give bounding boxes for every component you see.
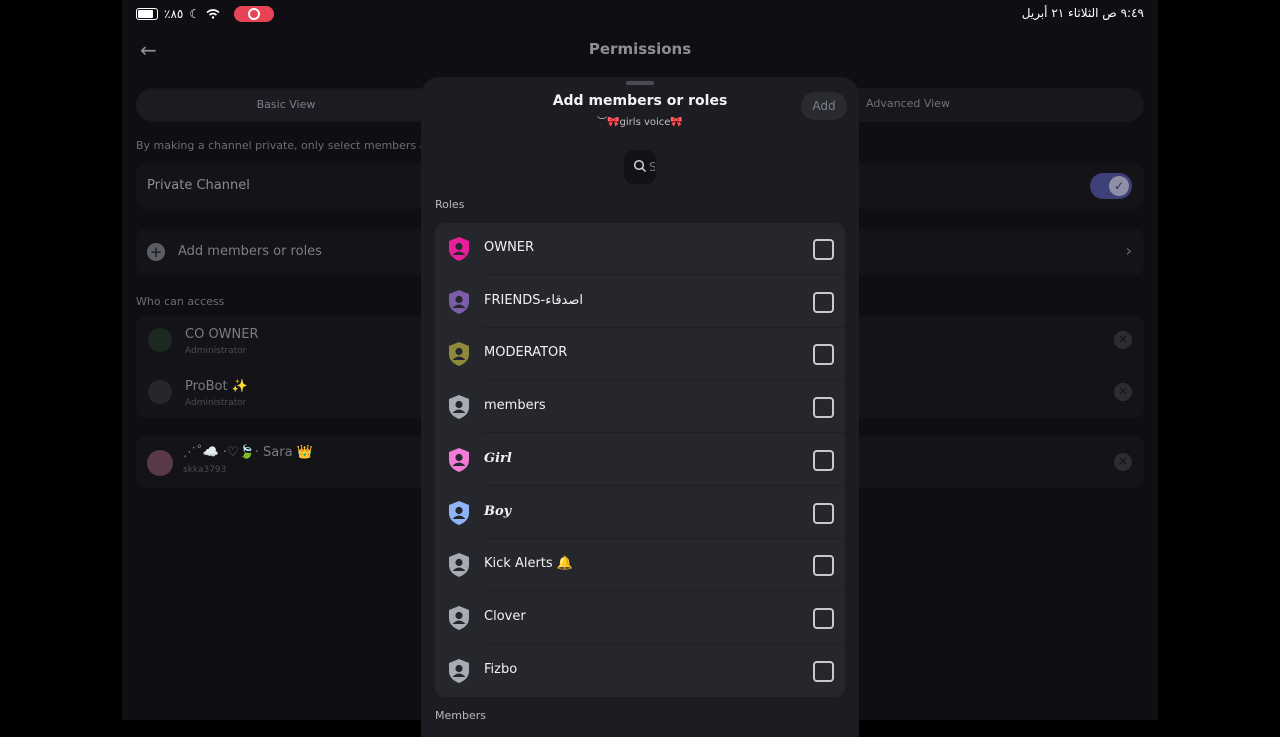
role-avatar	[148, 328, 172, 352]
sheet-subtitle: ︶🎀girls voice🎀	[597, 117, 683, 128]
role-name: Kick Alerts 🔔	[484, 556, 573, 572]
role-row[interactable]: Kick Alerts 🔔	[435, 539, 845, 592]
private-channel-label: Private Channel	[147, 178, 250, 193]
role-row[interactable]: FRIENDS-اصدقاء	[435, 276, 845, 328]
record-icon	[248, 8, 261, 20]
role-shield-icon	[449, 658, 469, 683]
role-checkbox[interactable]	[813, 607, 834, 629]
role-shield-icon	[449, 447, 469, 472]
role-checkbox[interactable]	[813, 449, 834, 471]
access-name: ProBot ✨	[185, 379, 248, 394]
roles-section-label: Roles	[435, 198, 465, 211]
add-button[interactable]: Add	[801, 92, 847, 120]
role-shield-icon	[449, 605, 469, 630]
add-members-label: Add members or roles	[178, 244, 322, 259]
member-username: skka3793	[183, 465, 227, 475]
battery-icon	[136, 8, 158, 20]
members-section-label: Members	[435, 709, 486, 722]
plus-icon: +	[147, 243, 165, 261]
drag-handle[interactable]	[626, 81, 654, 85]
role-shield-icon	[449, 342, 469, 367]
role-shield-icon	[449, 553, 469, 578]
private-channel-toggle[interactable]: ✓	[1090, 173, 1132, 199]
avatar	[147, 450, 173, 476]
role-checkbox[interactable]	[813, 344, 834, 366]
role-row[interactable]: OWNER	[435, 223, 845, 275]
role-name: OWNER	[484, 240, 535, 255]
role-name: MODERATOR	[484, 345, 568, 361]
role-row[interactable]: Clover	[435, 592, 845, 644]
sheet-title: Add members or roles	[552, 93, 728, 109]
tab-advanced-view[interactable]: Advanced View	[866, 97, 950, 110]
role-name: members	[484, 398, 546, 414]
role-name: Fizbo	[484, 661, 518, 677]
role-checkbox[interactable]	[813, 291, 834, 313]
wifi-icon	[206, 9, 220, 19]
role-row[interactable]: MODERATOR	[435, 328, 845, 381]
moon-icon: ☾	[189, 7, 201, 21]
search-icon	[633, 159, 647, 173]
role-shield-icon	[449, 289, 469, 314]
remove-icon[interactable]: ✕	[1114, 331, 1132, 349]
role-name: Girl	[484, 450, 512, 466]
role-row[interactable]: Boy	[435, 487, 845, 539]
access-name: CO OWNER	[185, 327, 259, 342]
role-name: FRIENDS-اصدقاء	[484, 292, 584, 308]
status-bar: ٪٨٥ ☾ ٩:٤٩ ص الثلاثاء ٢١ أبريل	[0, 0, 1280, 28]
tab-basic-view[interactable]: Basic View	[136, 90, 436, 120]
bot-avatar	[148, 380, 172, 404]
role-row[interactable]: Fizbo	[435, 645, 845, 697]
role-shield-icon	[449, 237, 469, 261]
remove-icon[interactable]: ✕	[1114, 383, 1132, 401]
who-can-access-label: Who can access	[136, 295, 225, 308]
role-name: Boy	[484, 503, 512, 519]
role-shield-icon	[449, 500, 469, 525]
screen-recording-indicator[interactable]	[234, 6, 275, 22]
chevron-right-icon: ›	[1125, 241, 1132, 260]
page-title: Permissions	[588, 40, 692, 58]
search-input[interactable]: S	[624, 150, 656, 184]
role-checkbox[interactable]	[813, 660, 834, 682]
role-checkbox[interactable]	[813, 397, 834, 419]
role-row[interactable]: Girl	[435, 434, 845, 486]
role-row[interactable]: members	[435, 381, 845, 434]
role-checkbox[interactable]	[813, 555, 834, 577]
role-checkbox[interactable]	[813, 239, 834, 260]
role-checkbox[interactable]	[813, 502, 834, 524]
access-subtitle: Administrator	[185, 398, 247, 408]
search-placeholder: S	[649, 160, 655, 174]
private-channel-description: By making a channel private, only select…	[136, 139, 441, 152]
check-icon: ✓	[1109, 176, 1129, 196]
battery-percent: ٪٨٥	[164, 7, 184, 21]
member-name: ⋰˚☁️ ·♡🍃· Sara 👑	[183, 445, 313, 460]
remove-icon[interactable]: ✕	[1114, 453, 1132, 471]
add-members-sheet: Add members or roles ︶🎀girls voice🎀 Add …	[421, 77, 859, 737]
roles-list: OWNER FRIENDS-اصدقاء MODERATOR members Girl B…	[435, 223, 845, 697]
status-left: ٪٨٥ ☾	[136, 6, 275, 22]
role-shield-icon	[449, 395, 469, 420]
role-name: Clover	[484, 608, 526, 624]
status-time-date: ٩:٤٩ ص الثلاثاء ٢١ أبريل	[1021, 6, 1144, 20]
access-subtitle: Administrator	[185, 346, 247, 356]
